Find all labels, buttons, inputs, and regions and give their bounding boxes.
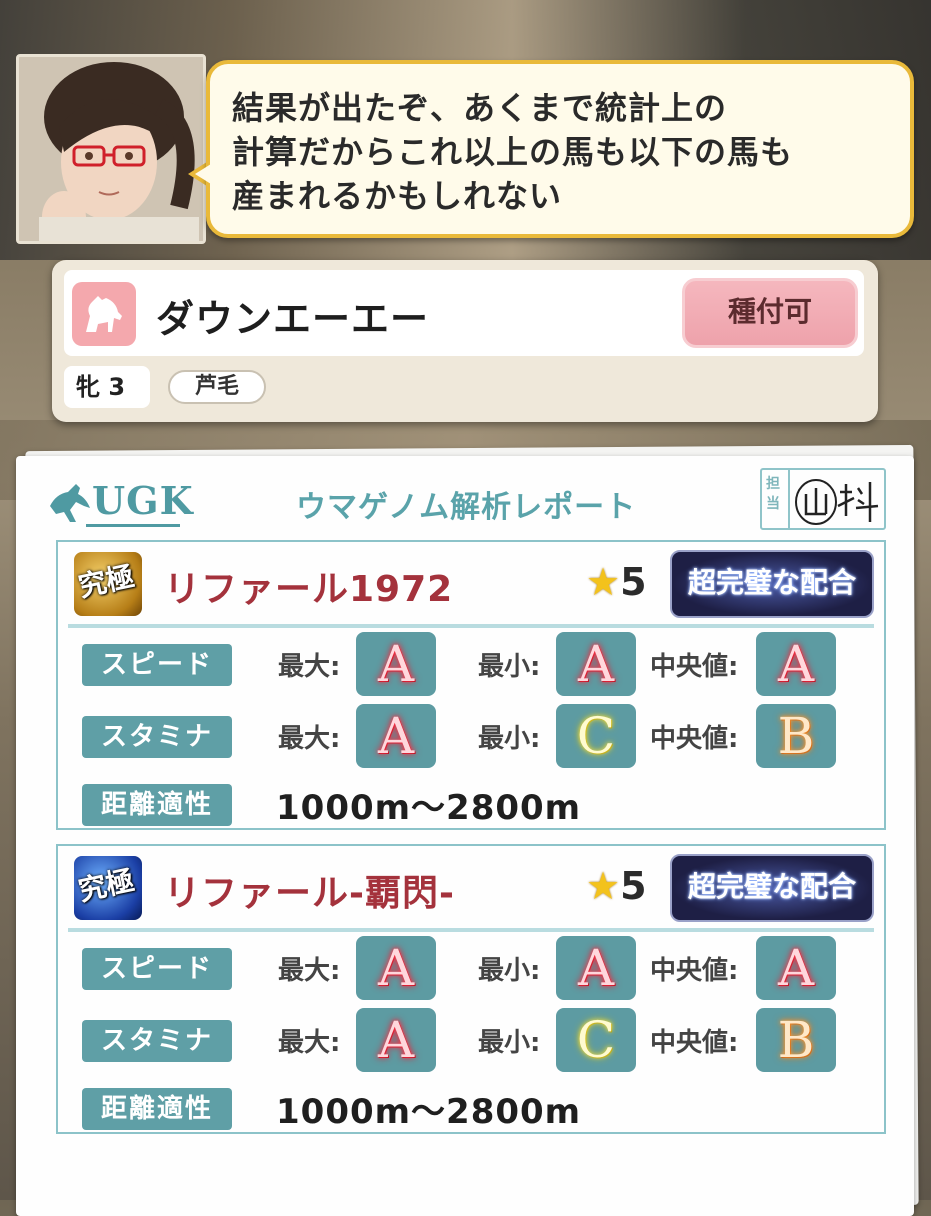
- rank-kanji: 究極: [75, 863, 138, 908]
- sire-header: 究極 リファール1972 ★5 超完璧な配合: [58, 542, 884, 622]
- star-icon: ★: [586, 864, 621, 908]
- stamina-median-grade: B: [756, 1008, 836, 1072]
- stamina-row: スタミナ 最大: A 最小: C 中央値: B: [58, 704, 884, 768]
- character-portrait: [16, 54, 206, 244]
- rank-kanji: 究極: [75, 559, 138, 604]
- stamina-row: スタミナ 最大: A 最小: C 中央値: B: [58, 1008, 884, 1072]
- distance-label: 距離適性: [82, 1088, 232, 1130]
- speed-label: スピード: [82, 948, 232, 990]
- stamina-max-grade: A: [356, 1008, 436, 1072]
- horse-name: ダウンエーエー: [156, 297, 430, 341]
- divider: [68, 624, 874, 628]
- max-label: 最大:: [278, 956, 341, 986]
- speed-row: スピード 最大: A 最小: A 中央値: A: [58, 936, 884, 1000]
- speech-bubble-tail-inner: [195, 164, 211, 184]
- star-rating: ★5: [586, 560, 647, 604]
- signature-stamp: 担当: [760, 468, 886, 530]
- min-label: 最小:: [478, 1028, 541, 1058]
- speed-min-grade: A: [556, 936, 636, 1000]
- distance-range: 1000m〜2800m: [276, 1092, 582, 1132]
- horse-meta: 牝 3 芦毛: [64, 366, 864, 410]
- sire-name: リファール-覇閃-: [164, 873, 455, 914]
- sex-age: 牝 3: [64, 366, 150, 408]
- min-label: 最小:: [478, 724, 541, 754]
- dialog-line: 結果が出たぞ、あくまで統計上の: [232, 89, 728, 127]
- stamina-median-grade: B: [756, 704, 836, 768]
- stamp-label: 担当: [766, 476, 780, 512]
- sire-panel[interactable]: 究極 リファール1972 ★5 超完璧な配合 スピード 最大: A 最小: A …: [56, 540, 886, 830]
- divider: [68, 928, 874, 932]
- stamp-divider: [788, 470, 790, 528]
- speed-min-grade: A: [556, 632, 636, 696]
- speed-label: スピード: [82, 644, 232, 686]
- speed-median-grade: A: [756, 936, 836, 1000]
- stamina-min-grade: C: [556, 704, 636, 768]
- max-label: 最大:: [278, 724, 341, 754]
- median-label: 中央値:: [650, 956, 739, 986]
- distance-label: 距離適性: [82, 784, 232, 826]
- match-badge: 超完璧な配合: [670, 550, 874, 618]
- distance-range: 1000m〜2800m: [276, 788, 582, 828]
- ultimate-rank-icon: 究極: [74, 552, 142, 616]
- sire-panel[interactable]: 究極 リファール-覇閃- ★5 超完璧な配合 スピード 最大: A 最小: A …: [56, 844, 886, 1134]
- stamina-label: スタミナ: [82, 716, 232, 758]
- sire-header: 究極 リファール-覇閃- ★5 超完璧な配合: [58, 846, 884, 926]
- speed-median-grade: A: [756, 632, 836, 696]
- ultimate-rank-icon: 究極: [74, 856, 142, 920]
- stamina-min-grade: C: [556, 1008, 636, 1072]
- median-label: 中央値:: [650, 652, 739, 682]
- median-label: 中央値:: [650, 724, 739, 754]
- star-icon: ★: [586, 560, 621, 604]
- median-label: 中央値:: [650, 1028, 739, 1058]
- signature-icon: [795, 479, 879, 525]
- dialog-text: 結果が出たぞ、あくまで統計上の 計算だからこれ以上の馬も以下の馬も 産まれるかも…: [232, 86, 892, 218]
- min-label: 最小:: [478, 956, 541, 986]
- speech-bubble[interactable]: 結果が出たぞ、あくまで統計上の 計算だからこれ以上の馬も以下の馬も 産まれるかも…: [206, 60, 914, 238]
- report-sheet: UGK ウマゲノム解析レポート 担当 究極 リファール1972 ★5 超完璧な配…: [16, 456, 914, 1216]
- speed-max-grade: A: [356, 632, 436, 696]
- horse-silhouette-icon: [72, 282, 136, 346]
- star-count: 5: [620, 560, 647, 604]
- breed-button[interactable]: 種付可: [682, 278, 858, 348]
- report-title: ウマゲノム解析レポート: [296, 490, 637, 525]
- star-count: 5: [620, 864, 647, 908]
- distance-row: 距離適性 1000m〜2800m: [58, 772, 884, 836]
- min-label: 最小:: [478, 652, 541, 682]
- dialog-line: 産まれるかもしれない: [232, 177, 563, 215]
- horse-card-header: ダウンエーエー 種付可: [64, 270, 864, 356]
- stamina-label: スタミナ: [82, 1020, 232, 1062]
- dialog-line: 計算だからこれ以上の馬も以下の馬も: [232, 133, 794, 171]
- stamina-max-grade: A: [356, 704, 436, 768]
- coat-badge: 芦毛: [168, 370, 266, 404]
- match-badge: 超完璧な配合: [670, 854, 874, 922]
- max-label: 最大:: [278, 1028, 341, 1058]
- star-rating: ★5: [586, 864, 647, 908]
- ugk-underline: [86, 524, 180, 527]
- distance-row: 距離適性 1000m〜2800m: [58, 1076, 884, 1140]
- ugk-logo: UGK: [92, 478, 194, 523]
- speed-row: スピード 最大: A 最小: A 中央値: A: [58, 632, 884, 696]
- max-label: 最大:: [278, 652, 341, 682]
- sire-name: リファール1972: [164, 569, 454, 610]
- speed-max-grade: A: [356, 936, 436, 1000]
- horse-card: ダウンエーエー 種付可 牝 3 芦毛: [52, 260, 878, 422]
